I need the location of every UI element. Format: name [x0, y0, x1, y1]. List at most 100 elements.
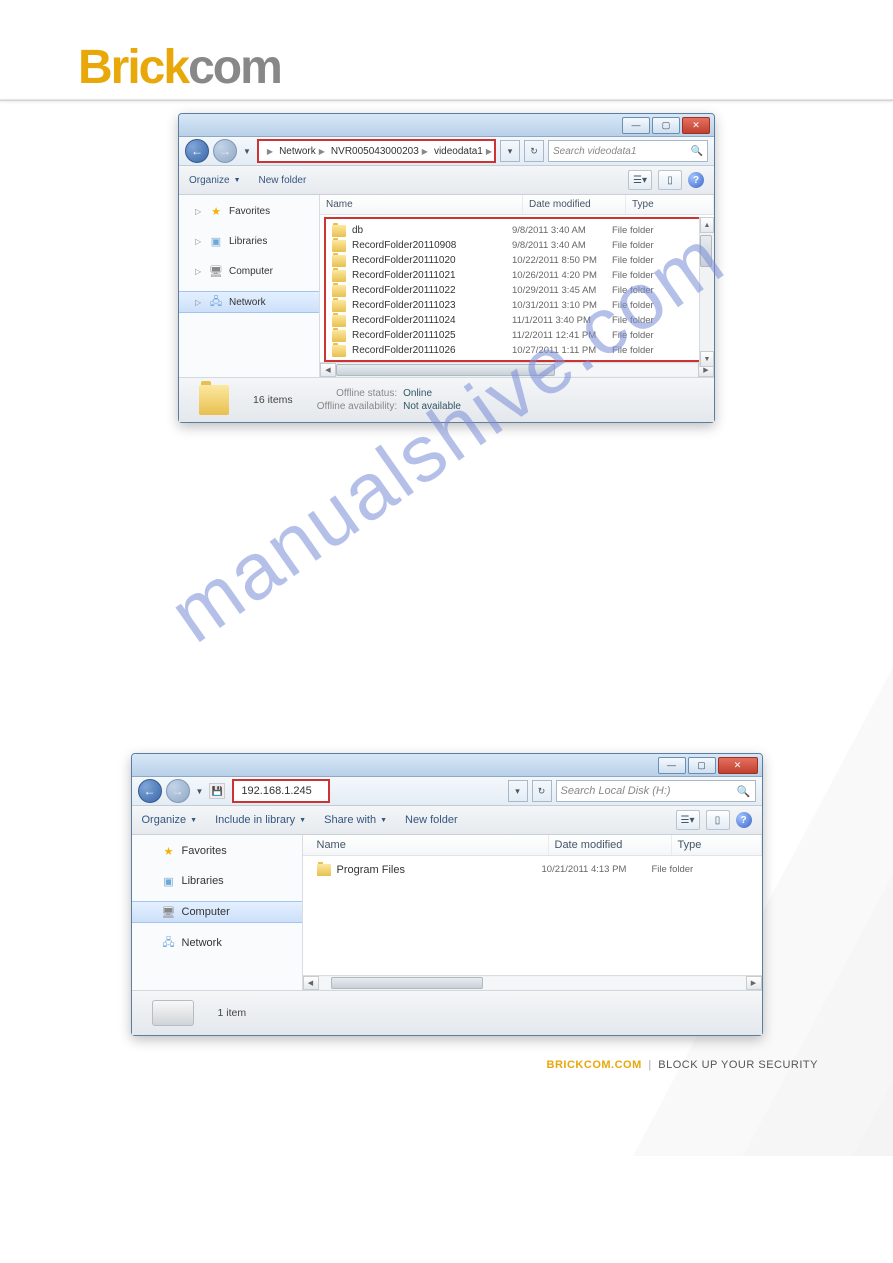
file-row[interactable]: RecordFolder2011102210/29/2011 3:45 AMFi…: [326, 283, 706, 298]
preview-pane-button[interactable]: ▯: [658, 170, 682, 190]
search-input[interactable]: Search videodata1🔍: [548, 140, 708, 162]
file-date: 10/26/2011 4:20 PM: [512, 270, 612, 281]
sidebar-libraries[interactable]: ▷▣Libraries: [179, 231, 319, 251]
sidebar-favorites[interactable]: ★Favorites: [132, 841, 302, 861]
file-row[interactable]: RecordFolder2011102511/2/2011 12:41 PMFi…: [326, 328, 706, 343]
nav-bar: ← → ▼ ▶ Network▶ NVR005043000203▶ videod…: [179, 137, 714, 166]
file-type: File folder: [612, 255, 700, 266]
col-date[interactable]: Date modified: [549, 835, 672, 855]
sidebar: ▷★Favorites ▷▣Libraries ▷🖥Computer ▷🖧Net…: [179, 195, 320, 377]
search-input[interactable]: Search Local Disk (H:)🔍: [556, 780, 756, 802]
horizontal-scrollbar[interactable]: ◀▶: [320, 362, 714, 377]
file-date: 10/31/2011 3:10 PM: [512, 300, 612, 311]
bc-device[interactable]: NVR005043000203▶: [329, 141, 432, 161]
file-date: 11/2/2011 12:41 PM: [512, 330, 612, 341]
help-icon[interactable]: ?: [736, 812, 752, 828]
back-button[interactable]: ←: [138, 779, 162, 803]
file-name: Program Files: [337, 864, 405, 876]
file-list-pane: Name Date modified Type db9/8/2011 3:40 …: [320, 195, 714, 377]
sidebar-computer[interactable]: ▷🖥Computer: [179, 261, 319, 281]
column-headers[interactable]: Name Date modified Type: [320, 195, 714, 215]
refresh-button[interactable]: ↻: [532, 780, 552, 802]
minimize-button[interactable]: —: [622, 117, 650, 134]
folder-icon: [332, 315, 346, 327]
organize-button[interactable]: Organize ▼: [189, 175, 241, 186]
file-type: File folder: [612, 315, 700, 326]
view-button[interactable]: ☰▾: [628, 170, 652, 190]
preview-pane-button[interactable]: ▯: [706, 810, 730, 830]
file-row[interactable]: Program Files10/21/2011 4:13 PMFile fold…: [303, 862, 762, 877]
address-bar[interactable]: ▶ Network▶ NVR005043000203▶ videodata1▶: [257, 139, 496, 163]
col-type[interactable]: Type: [626, 195, 714, 214]
address-dropdown[interactable]: ▾: [500, 140, 520, 162]
close-button[interactable]: ✕: [718, 757, 758, 774]
folder-icon: [199, 385, 229, 415]
sidebar-favorites[interactable]: ▷★Favorites: [179, 201, 319, 221]
bc-folder[interactable]: videodata1▶: [432, 141, 496, 161]
status-bar: 16 items Offline status:Online Offline a…: [179, 377, 714, 422]
address-dropdown[interactable]: ▾: [508, 780, 528, 802]
history-dropdown[interactable]: ▼: [241, 147, 253, 156]
forward-button[interactable]: →: [166, 779, 190, 803]
new-folder-button[interactable]: New folder: [259, 175, 307, 186]
footer-tagline: BLOCK UP YOUR SECURITY: [658, 1059, 818, 1071]
file-name: RecordFolder20111026: [352, 345, 456, 356]
folder-icon: [332, 255, 346, 267]
titlebar[interactable]: — ▢ ✕: [179, 114, 714, 137]
vertical-scrollbar[interactable]: ▲▼: [699, 217, 714, 367]
file-row[interactable]: RecordFolder2011102110/26/2011 4:20 PMFi…: [326, 268, 706, 283]
file-type: File folder: [612, 345, 700, 356]
file-row[interactable]: RecordFolder20111026 10/27/2011 1:11 PMFi…: [326, 343, 706, 358]
brand-brick: Brick: [78, 40, 188, 95]
explorer-window-1: — ▢ ✕ ← → ▼ ▶ Network▶ NVR005043000203▶ …: [178, 113, 715, 423]
file-type: File folder: [612, 285, 700, 296]
folder-icon: [332, 225, 346, 237]
maximize-button[interactable]: ▢: [652, 117, 680, 134]
file-name: RecordFolder20111020: [352, 255, 456, 266]
organize-button[interactable]: Organize ▼: [142, 814, 198, 826]
help-icon[interactable]: ?: [688, 172, 704, 188]
file-name: RecordFolder20111022: [352, 285, 456, 296]
sidebar-network[interactable]: 🖧Network: [132, 933, 302, 953]
item-count: 1 item: [218, 1007, 247, 1019]
search-icon: 🔍: [691, 146, 703, 157]
file-row[interactable]: RecordFolder2011102010/22/2011 8:50 PMFi…: [326, 253, 706, 268]
file-date: 11/1/2011 3:40 PM: [512, 315, 612, 326]
close-button[interactable]: ✕: [682, 117, 710, 134]
drive-icon: 💾: [209, 783, 225, 799]
file-name: RecordFolder20111023: [352, 300, 456, 311]
file-name: db: [352, 225, 363, 236]
file-row[interactable]: RecordFolder2011102411/1/2011 3:40 PMFil…: [326, 313, 706, 328]
folder-icon: [332, 300, 346, 312]
refresh-button[interactable]: ↻: [524, 140, 544, 162]
history-dropdown[interactable]: ▼: [194, 787, 206, 796]
bc-network[interactable]: Network▶: [277, 141, 329, 161]
sidebar-libraries[interactable]: ▣Libraries: [132, 871, 302, 891]
share-with-button[interactable]: Share with ▼: [324, 814, 387, 826]
footer-brand: BRICKCOM.COM: [547, 1059, 642, 1071]
address-bar[interactable]: 192.168.1.245: [232, 779, 330, 803]
col-type[interactable]: Type: [672, 835, 762, 855]
file-row[interactable]: db9/8/2011 3:40 AMFile folder: [326, 223, 706, 238]
back-button[interactable]: ←: [185, 139, 209, 163]
col-name[interactable]: Name: [320, 195, 523, 214]
include-library-button[interactable]: Include in library ▼: [215, 814, 306, 826]
minimize-button[interactable]: —: [658, 757, 686, 774]
col-name[interactable]: Name: [303, 835, 549, 855]
forward-button[interactable]: →: [213, 139, 237, 163]
maximize-button[interactable]: ▢: [688, 757, 716, 774]
file-row[interactable]: RecordFolder201109089/8/2011 3:40 AMFile…: [326, 238, 706, 253]
titlebar[interactable]: — ▢ ✕: [132, 754, 762, 777]
page-footer: BRICKCOM.COM | BLOCK UP YOUR SECURITY: [547, 1059, 818, 1071]
view-button[interactable]: ☰▾: [676, 810, 700, 830]
toolbar: Organize ▼ Include in library ▼ Share wi…: [132, 806, 762, 835]
sidebar-computer[interactable]: 🖥Computer: [132, 901, 302, 923]
file-row[interactable]: RecordFolder2011102310/31/2011 3:10 PMFi…: [326, 298, 706, 313]
new-folder-button[interactable]: New folder: [405, 814, 458, 826]
folder-icon: [332, 345, 346, 357]
horizontal-scrollbar[interactable]: ◀▶: [303, 975, 762, 990]
column-headers[interactable]: Name Date modified Type: [303, 835, 762, 856]
sidebar-network[interactable]: ▷🖧Network: [179, 291, 319, 313]
file-date: 10/27/2011 1:11 PM: [512, 345, 612, 356]
col-date[interactable]: Date modified: [523, 195, 626, 214]
